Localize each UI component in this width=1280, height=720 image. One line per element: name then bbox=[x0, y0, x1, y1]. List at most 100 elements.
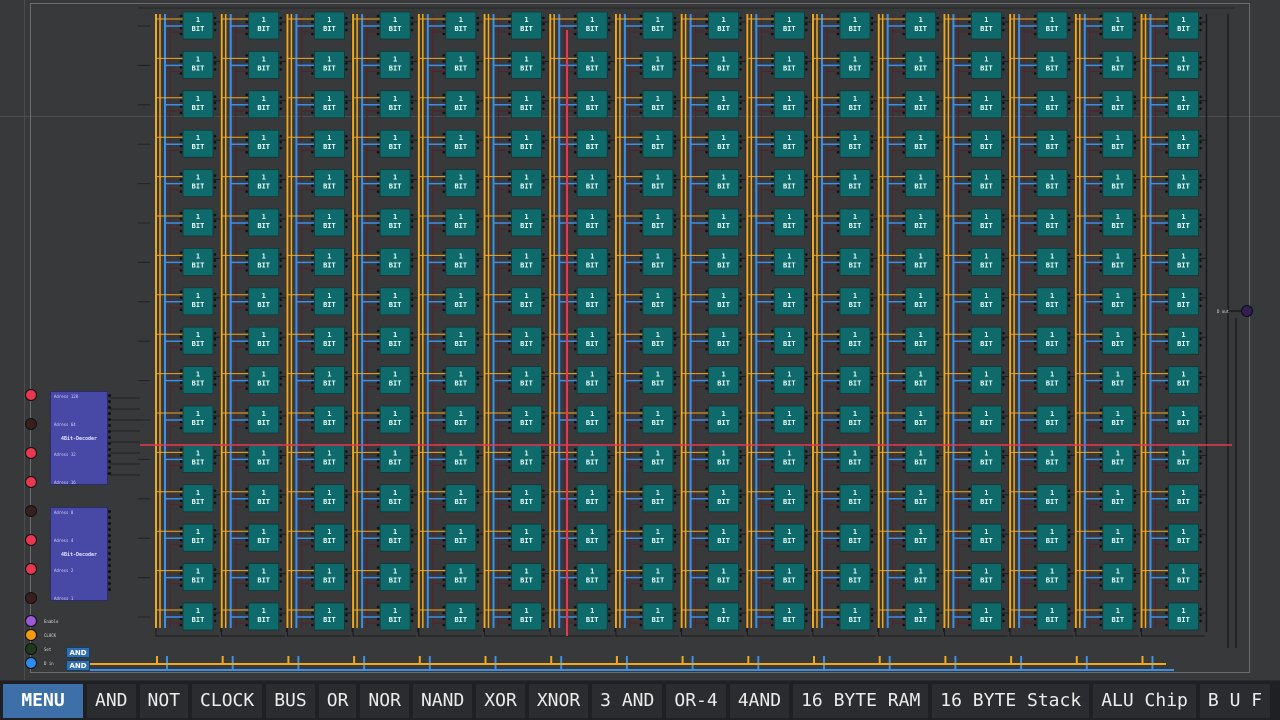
cell-pin bbox=[213, 186, 217, 189]
cell-pin bbox=[410, 298, 414, 302]
bit-cell-label-bottom: BIT bbox=[652, 340, 665, 348]
data-out-node[interactable] bbox=[1241, 305, 1253, 317]
bit-cell-label-bottom: BIT bbox=[914, 458, 927, 466]
cell-pin bbox=[442, 60, 446, 63]
cell-pin bbox=[442, 572, 446, 575]
cell-pin bbox=[870, 331, 874, 335]
bit-cell-label-bottom: BIT bbox=[849, 498, 862, 506]
bit-cell-label-bottom: BIT bbox=[192, 498, 205, 506]
cell-pin bbox=[476, 259, 480, 262]
cell-pin bbox=[410, 337, 414, 341]
toolbar-item-bus[interactable]: BUS bbox=[266, 683, 315, 718]
bit-cell-label-top: 1 bbox=[590, 134, 594, 142]
cell-pin bbox=[573, 347, 577, 351]
toolbar-item-nand[interactable]: NAND bbox=[412, 683, 473, 718]
address-input-node[interactable] bbox=[25, 592, 37, 604]
bit-cell-label-bottom: BIT bbox=[520, 577, 533, 585]
cell-pin bbox=[639, 387, 643, 390]
cell-pin bbox=[542, 134, 545, 138]
cell-pin bbox=[1165, 335, 1168, 339]
cell-pin bbox=[673, 613, 677, 617]
cell-pin bbox=[573, 387, 577, 390]
address-input-node[interactable] bbox=[25, 389, 37, 401]
toolbar-item-xor[interactable]: XOR bbox=[476, 683, 525, 718]
cell-pin bbox=[870, 174, 874, 177]
cell-pin bbox=[639, 229, 643, 233]
cell-pin bbox=[870, 225, 874, 229]
address-input-node[interactable] bbox=[25, 418, 37, 430]
and-gate-chip[interactable]: AND bbox=[66, 647, 90, 658]
cell-pin bbox=[245, 611, 248, 615]
cell-pin bbox=[1002, 95, 1005, 99]
bit-cell-label-bottom: BIT bbox=[783, 498, 796, 506]
set-input-node[interactable] bbox=[25, 643, 37, 655]
cell-pin bbox=[607, 292, 611, 296]
cell-pin bbox=[476, 95, 480, 99]
cell-pin bbox=[705, 66, 708, 69]
menu-button[interactable]: MENU bbox=[3, 683, 83, 718]
enable-input-node[interactable] bbox=[25, 615, 37, 627]
toolbar-item-16-byte-ram[interactable]: 16 BYTE RAM bbox=[793, 683, 929, 718]
bit-cell-label-top: 1 bbox=[196, 174, 200, 182]
bit-cell-label-top: 1 bbox=[721, 410, 725, 418]
cell-pin bbox=[476, 501, 480, 505]
cell-pin bbox=[1067, 56, 1071, 59]
cell-pin bbox=[476, 580, 480, 583]
and-gate-chip[interactable]: AND bbox=[66, 660, 90, 671]
address-input-node[interactable] bbox=[25, 505, 37, 517]
cell-pin bbox=[1133, 580, 1137, 583]
cell-pin bbox=[1133, 534, 1137, 538]
toolbar-item-not[interactable]: NOT bbox=[139, 683, 189, 718]
cell-pin bbox=[870, 146, 874, 150]
cell-pin bbox=[771, 584, 774, 587]
toolbar-item-b-u-f[interactable]: B U F bbox=[1199, 683, 1271, 718]
bit-cell-label-bottom: BIT bbox=[783, 222, 796, 230]
toolbar-item-or-4[interactable]: OR-4 bbox=[666, 683, 726, 718]
toolbar-item-alu-chip[interactable]: ALU Chip bbox=[1093, 683, 1196, 718]
cell-pin bbox=[345, 619, 348, 623]
cell-pin bbox=[968, 623, 971, 627]
toolbar-item-4and[interactable]: 4AND bbox=[729, 683, 790, 718]
cell-pin bbox=[771, 32, 774, 36]
bit-cell-label-bottom: BIT bbox=[586, 458, 599, 466]
cell-pin bbox=[1199, 140, 1202, 144]
address-input-node[interactable] bbox=[25, 534, 37, 546]
cell-pin bbox=[542, 580, 545, 583]
cell-pin bbox=[936, 574, 939, 577]
address-input-node[interactable] bbox=[25, 476, 37, 488]
address-input-node[interactable] bbox=[25, 447, 37, 459]
clock-input-node[interactable] bbox=[25, 629, 37, 641]
cell-pin bbox=[1099, 223, 1103, 227]
cell-pin bbox=[345, 343, 348, 347]
toolbar-item-clock[interactable]: CLOCK bbox=[192, 683, 263, 718]
cell-pin bbox=[739, 343, 742, 347]
cell-pin bbox=[1099, 14, 1103, 18]
cell-pin bbox=[245, 605, 248, 609]
address-input-node[interactable] bbox=[25, 563, 37, 575]
cell-pin bbox=[705, 138, 708, 142]
bit-cell-label-bottom: BIT bbox=[783, 64, 796, 72]
memory-cell-grid[interactable]: 1BIT1BIT1BIT1BIT1BIT1BIT1BIT1BIT1BIT1BIT… bbox=[0, 0, 1280, 680]
bit-cell-label-top: 1 bbox=[327, 95, 331, 103]
cell-pin bbox=[705, 454, 708, 457]
bit-cell-label-top: 1 bbox=[327, 331, 331, 339]
bit-cell-label-bottom: BIT bbox=[454, 261, 467, 269]
toolbar-item-nor[interactable]: NOR bbox=[360, 683, 409, 718]
cell-pin bbox=[573, 144, 577, 148]
data-in-node[interactable] bbox=[25, 657, 37, 669]
decoder-low[interactable]: Adress 8 Adress 4 Adress 2 Adress 1 4Bit… bbox=[50, 507, 111, 601]
decoder-high[interactable]: Adress 128 Adress 64 Adress 32 Adress 16… bbox=[50, 391, 111, 485]
circuit-canvas[interactable]: 1 BIT 1 BIT 1 BIT 1 BIT 1 BIT 1 BIT 1 BIT 1 BIT 1 BIT 1 BIT… bbox=[0, 0, 1280, 680]
bit-cell-label-bottom: BIT bbox=[717, 380, 730, 388]
toolbar-item-or[interactable]: OR bbox=[318, 683, 357, 718]
toolbar-item-and[interactable]: AND bbox=[87, 683, 136, 718]
cell-pin bbox=[442, 290, 446, 294]
bit-cell-label-top: 1 bbox=[1116, 252, 1120, 260]
cell-pin bbox=[902, 269, 905, 272]
cell-pin bbox=[376, 111, 380, 115]
toolbar-item-3-and[interactable]: 3 AND bbox=[592, 683, 663, 718]
toolbar-item-xnor[interactable]: XNOR bbox=[528, 683, 589, 718]
cell-pin bbox=[279, 107, 283, 111]
toolbar-item-16-byte-stack[interactable]: 16 BYTE Stack bbox=[932, 683, 1090, 718]
bit-cell-label-top: 1 bbox=[787, 95, 791, 103]
